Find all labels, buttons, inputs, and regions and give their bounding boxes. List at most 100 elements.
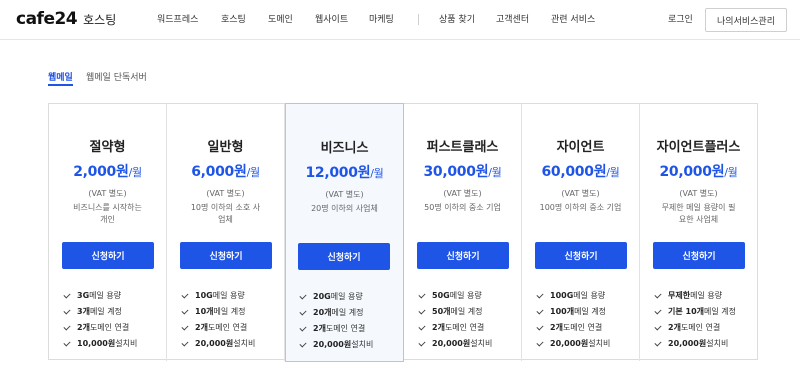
check-icon (654, 290, 662, 299)
check-icon (63, 306, 71, 315)
apply-button[interactable]: 신청하기 (417, 242, 509, 269)
plan-description: 100명 이하의 중소 기업 (539, 203, 622, 212)
plan-card-featured: 비즈니스 12,000원/월 (VAT 별도) 20명 이하의 사업체 신청하기… (285, 103, 404, 362)
plan-card: 퍼스트클래스 30,000원/월 (VAT 별도) 50명 이하의 중소 기업 … (404, 104, 522, 361)
feature-item: 10개 메일 계정 (181, 304, 255, 320)
plan-name: 퍼스트클래스 (426, 140, 499, 155)
plan-price: 6,000원/월 (191, 164, 260, 180)
feature-item: 기본 10개 메일 계정 (654, 304, 736, 320)
feature-item: 20,000원 설치비 (181, 336, 255, 352)
check-icon (654, 306, 662, 315)
check-icon (63, 290, 71, 299)
apply-button[interactable]: 신청하기 (298, 243, 390, 270)
check-icon (536, 322, 544, 331)
feature-item: 100G 메일 용량 (536, 288, 610, 304)
login-link[interactable]: 로그인 (668, 12, 693, 25)
nav-item-website[interactable]: 웹사이트 (315, 12, 348, 25)
feature-item: 2개 도메인 연결 (418, 320, 492, 336)
check-icon (181, 338, 189, 347)
plan-name: 자이언트플러스 (656, 140, 741, 155)
feature-item: 20개 메일 계정 (299, 305, 373, 321)
check-icon (654, 322, 662, 331)
apply-button[interactable]: 신청하기 (62, 242, 154, 269)
plan-price: 2,000원/월 (73, 164, 142, 180)
check-icon (299, 339, 307, 348)
plan-name: 비즈니스 (320, 141, 369, 156)
feature-item: 10G 메일 용량 (181, 288, 255, 304)
site-header: cafe24 호스팅 워드프레스 호스팅 도메인 웹사이트 마케팅 상품 찾기 … (0, 0, 800, 40)
check-icon (418, 322, 426, 331)
feature-item: 3개 메일 계정 (63, 304, 137, 320)
plan-description: 비즈니스를 시작하는 개인 (73, 203, 142, 224)
nav-item-related-services[interactable]: 관련 서비스 (551, 12, 595, 25)
vat-note: (VAT 별도) (443, 189, 482, 198)
plan-price: 30,000원/월 (423, 164, 502, 180)
check-icon (536, 306, 544, 315)
vat-note: (VAT 별도) (325, 190, 364, 199)
check-icon (63, 322, 71, 331)
plan-name: 일반형 (207, 140, 244, 155)
plan-description: 50명 이하의 중소 기업 (424, 203, 501, 212)
logo-text: cafe24 (16, 9, 78, 29)
plan-name: 자이언트 (556, 140, 605, 155)
nav-item-customer-center[interactable]: 고객센터 (496, 12, 529, 25)
feature-item: 2개 도메인 연결 (63, 320, 137, 336)
feature-item: 20,000원 설치비 (418, 336, 492, 352)
feature-item: 50개 메일 계정 (418, 304, 492, 320)
check-icon (181, 322, 189, 331)
feature-list: 10G 메일 용량 10개 메일 계정 2개 도메인 연결 20,000원 설치… (181, 288, 255, 352)
plan-price: 12,000원/월 (305, 165, 384, 181)
feature-list: 무제한 메일 용량 기본 10개 메일 계정 2개 도메인 연결 20,000원… (654, 288, 736, 352)
plan-card: 일반형 6,000원/월 (VAT 별도) 10명 이하의 소호 사업체 신청하… (167, 104, 285, 361)
check-icon (181, 290, 189, 299)
plan-price: 20,000원/월 (659, 164, 738, 180)
check-icon (418, 306, 426, 315)
feature-item: 2개 도메인 연결 (536, 320, 610, 336)
check-icon (299, 291, 307, 300)
apply-button[interactable]: 신청하기 (535, 242, 627, 269)
feature-item: 20G 메일 용량 (299, 289, 373, 305)
feature-item: 10,000원 설치비 (63, 336, 137, 352)
check-icon (536, 290, 544, 299)
feature-item: 20,000원 설치비 (299, 337, 373, 353)
nav-item-marketing[interactable]: 마케팅 (369, 12, 394, 25)
feature-list: 20G 메일 용량 20개 메일 계정 2개 도메인 연결 20,000원 설치… (299, 289, 373, 353)
nav-item-domain[interactable]: 도메인 (268, 12, 293, 25)
vat-note: (VAT 별도) (206, 189, 245, 198)
nav-divider (418, 14, 419, 25)
feature-item: 20,000원 설치비 (536, 336, 610, 352)
plan-card: 자이언트 60,000원/월 (VAT 별도) 100명 이하의 중소 기업 신… (522, 104, 640, 361)
nav-item-wordpress[interactable]: 워드프레스 (157, 12, 198, 25)
check-icon (63, 338, 71, 347)
check-icon (299, 307, 307, 316)
plan-description: 10명 이하의 소호 사업체 (190, 203, 261, 224)
my-services-button[interactable]: 나의서비스관리 (705, 8, 787, 32)
nav-item-find-product[interactable]: 상품 찾기 (439, 12, 475, 25)
feature-item: 2개 도메인 연결 (181, 320, 255, 336)
tab-active-underline (48, 84, 73, 86)
check-icon (654, 338, 662, 347)
plan-description: 무제한 메일 용량이 필요한 사업체 (661, 203, 736, 224)
feature-list: 3G 메일 용량 3개 메일 계정 2개 도메인 연결 10,000원 설치비 (63, 288, 137, 352)
apply-button[interactable]: 신청하기 (180, 242, 272, 269)
check-icon (418, 290, 426, 299)
tab-webmail-dedicated[interactable]: 웹메일 단독서버 (86, 70, 147, 83)
feature-item: 무제한 메일 용량 (654, 288, 736, 304)
check-icon (181, 306, 189, 315)
feature-item: 50G 메일 용량 (418, 288, 492, 304)
vat-note: (VAT 별도) (88, 189, 127, 198)
check-icon (536, 338, 544, 347)
vat-note: (VAT 별도) (679, 189, 718, 198)
cafe24-logo[interactable]: cafe24 호스팅 (16, 9, 116, 29)
feature-item: 100개 메일 계정 (536, 304, 610, 320)
check-icon (418, 338, 426, 347)
plan-card: 절약형 2,000원/월 (VAT 별도) 비즈니스를 시작하는 개인 신청하기… (49, 104, 167, 361)
feature-item: 3G 메일 용량 (63, 288, 137, 304)
feature-item: 2개 도메인 연결 (299, 321, 373, 337)
tab-webmail[interactable]: 웹메일 (48, 70, 73, 83)
check-icon (299, 323, 307, 332)
plan-description: 20명 이하의 사업체 (311, 204, 378, 213)
pricing-table: 절약형 2,000원/월 (VAT 별도) 비즈니스를 시작하는 개인 신청하기… (48, 103, 758, 362)
nav-item-hosting[interactable]: 호스팅 (221, 12, 246, 25)
apply-button[interactable]: 신청하기 (653, 242, 745, 269)
